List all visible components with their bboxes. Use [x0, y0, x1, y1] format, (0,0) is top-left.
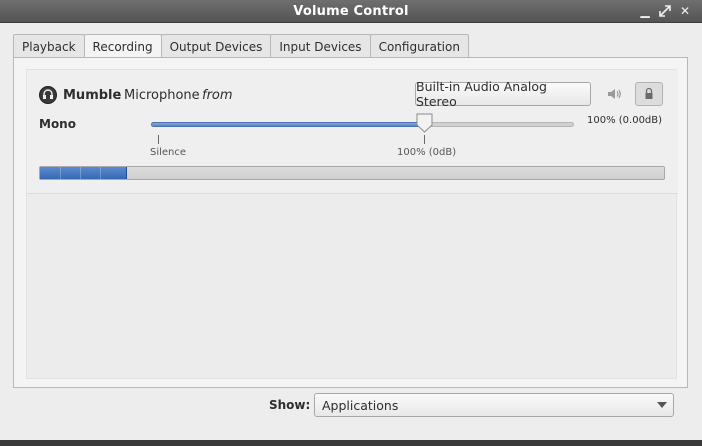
silence-mark-label: Silence [150, 147, 187, 158]
from-label: from [202, 88, 233, 103]
close-icon[interactable]: ✕ [678, 4, 692, 18]
meter-segment [100, 167, 101, 179]
application-name: Mumble [63, 88, 122, 103]
recording-tab-content: Mumble : Microphone from Built-in Audio … [13, 57, 688, 388]
chevron-down-icon [657, 402, 667, 408]
maximize-icon[interactable] [658, 4, 672, 18]
meter-fill [40, 167, 128, 179]
stream-entry: Mumble : Microphone from Built-in Audio … [27, 70, 678, 194]
volume-control-window: Volume Control ▁ ✕ Playback Recording Ou… [0, 0, 702, 446]
show-filter-value: Applications [322, 397, 399, 413]
volume-value: 100% (0.00dB) [587, 115, 663, 126]
tab-configuration[interactable]: Configuration [369, 34, 469, 58]
meter-segment [80, 167, 81, 179]
volume-slider-handle[interactable] [416, 113, 433, 133]
channel-label: Mono [39, 117, 76, 131]
show-label: Show: [269, 398, 311, 412]
window-bottom-edge [0, 440, 702, 446]
title-bar[interactable]: Volume Control ▁ ✕ [0, 0, 702, 23]
peak-level-meter [39, 166, 665, 180]
stream-name: Microphone [124, 88, 200, 103]
lock-channels-button[interactable] [635, 82, 663, 106]
tab-bar: Playback Recording Output Devices Input … [13, 34, 469, 59]
input-device-button[interactable]: Built-in Audio Analog Stereo [415, 79, 591, 109]
window-title: Volume Control [293, 3, 409, 19]
name-separator: : [117, 88, 122, 103]
headset-icon [39, 86, 57, 104]
silence-tick [158, 135, 159, 144]
unity-tick [424, 135, 425, 144]
window-controls: ▁ ✕ [638, 4, 692, 18]
volume-slider-fill [151, 122, 425, 127]
tab-output-devices[interactable]: Output Devices [160, 34, 272, 58]
speaker-icon[interactable] [605, 85, 623, 103]
tab-input-devices[interactable]: Input Devices [270, 34, 371, 58]
unity-mark-label: 100% (0dB) [397, 147, 457, 158]
streams-list: Mumble : Microphone from Built-in Audio … [26, 69, 678, 379]
tab-playback[interactable]: Playback [13, 34, 85, 58]
show-filter-dropdown[interactable]: Applications [314, 393, 674, 417]
tab-recording[interactable]: Recording [83, 34, 162, 59]
lock-icon [645, 87, 653, 99]
minimize-icon[interactable]: ▁ [638, 4, 652, 18]
meter-segment [60, 167, 61, 179]
